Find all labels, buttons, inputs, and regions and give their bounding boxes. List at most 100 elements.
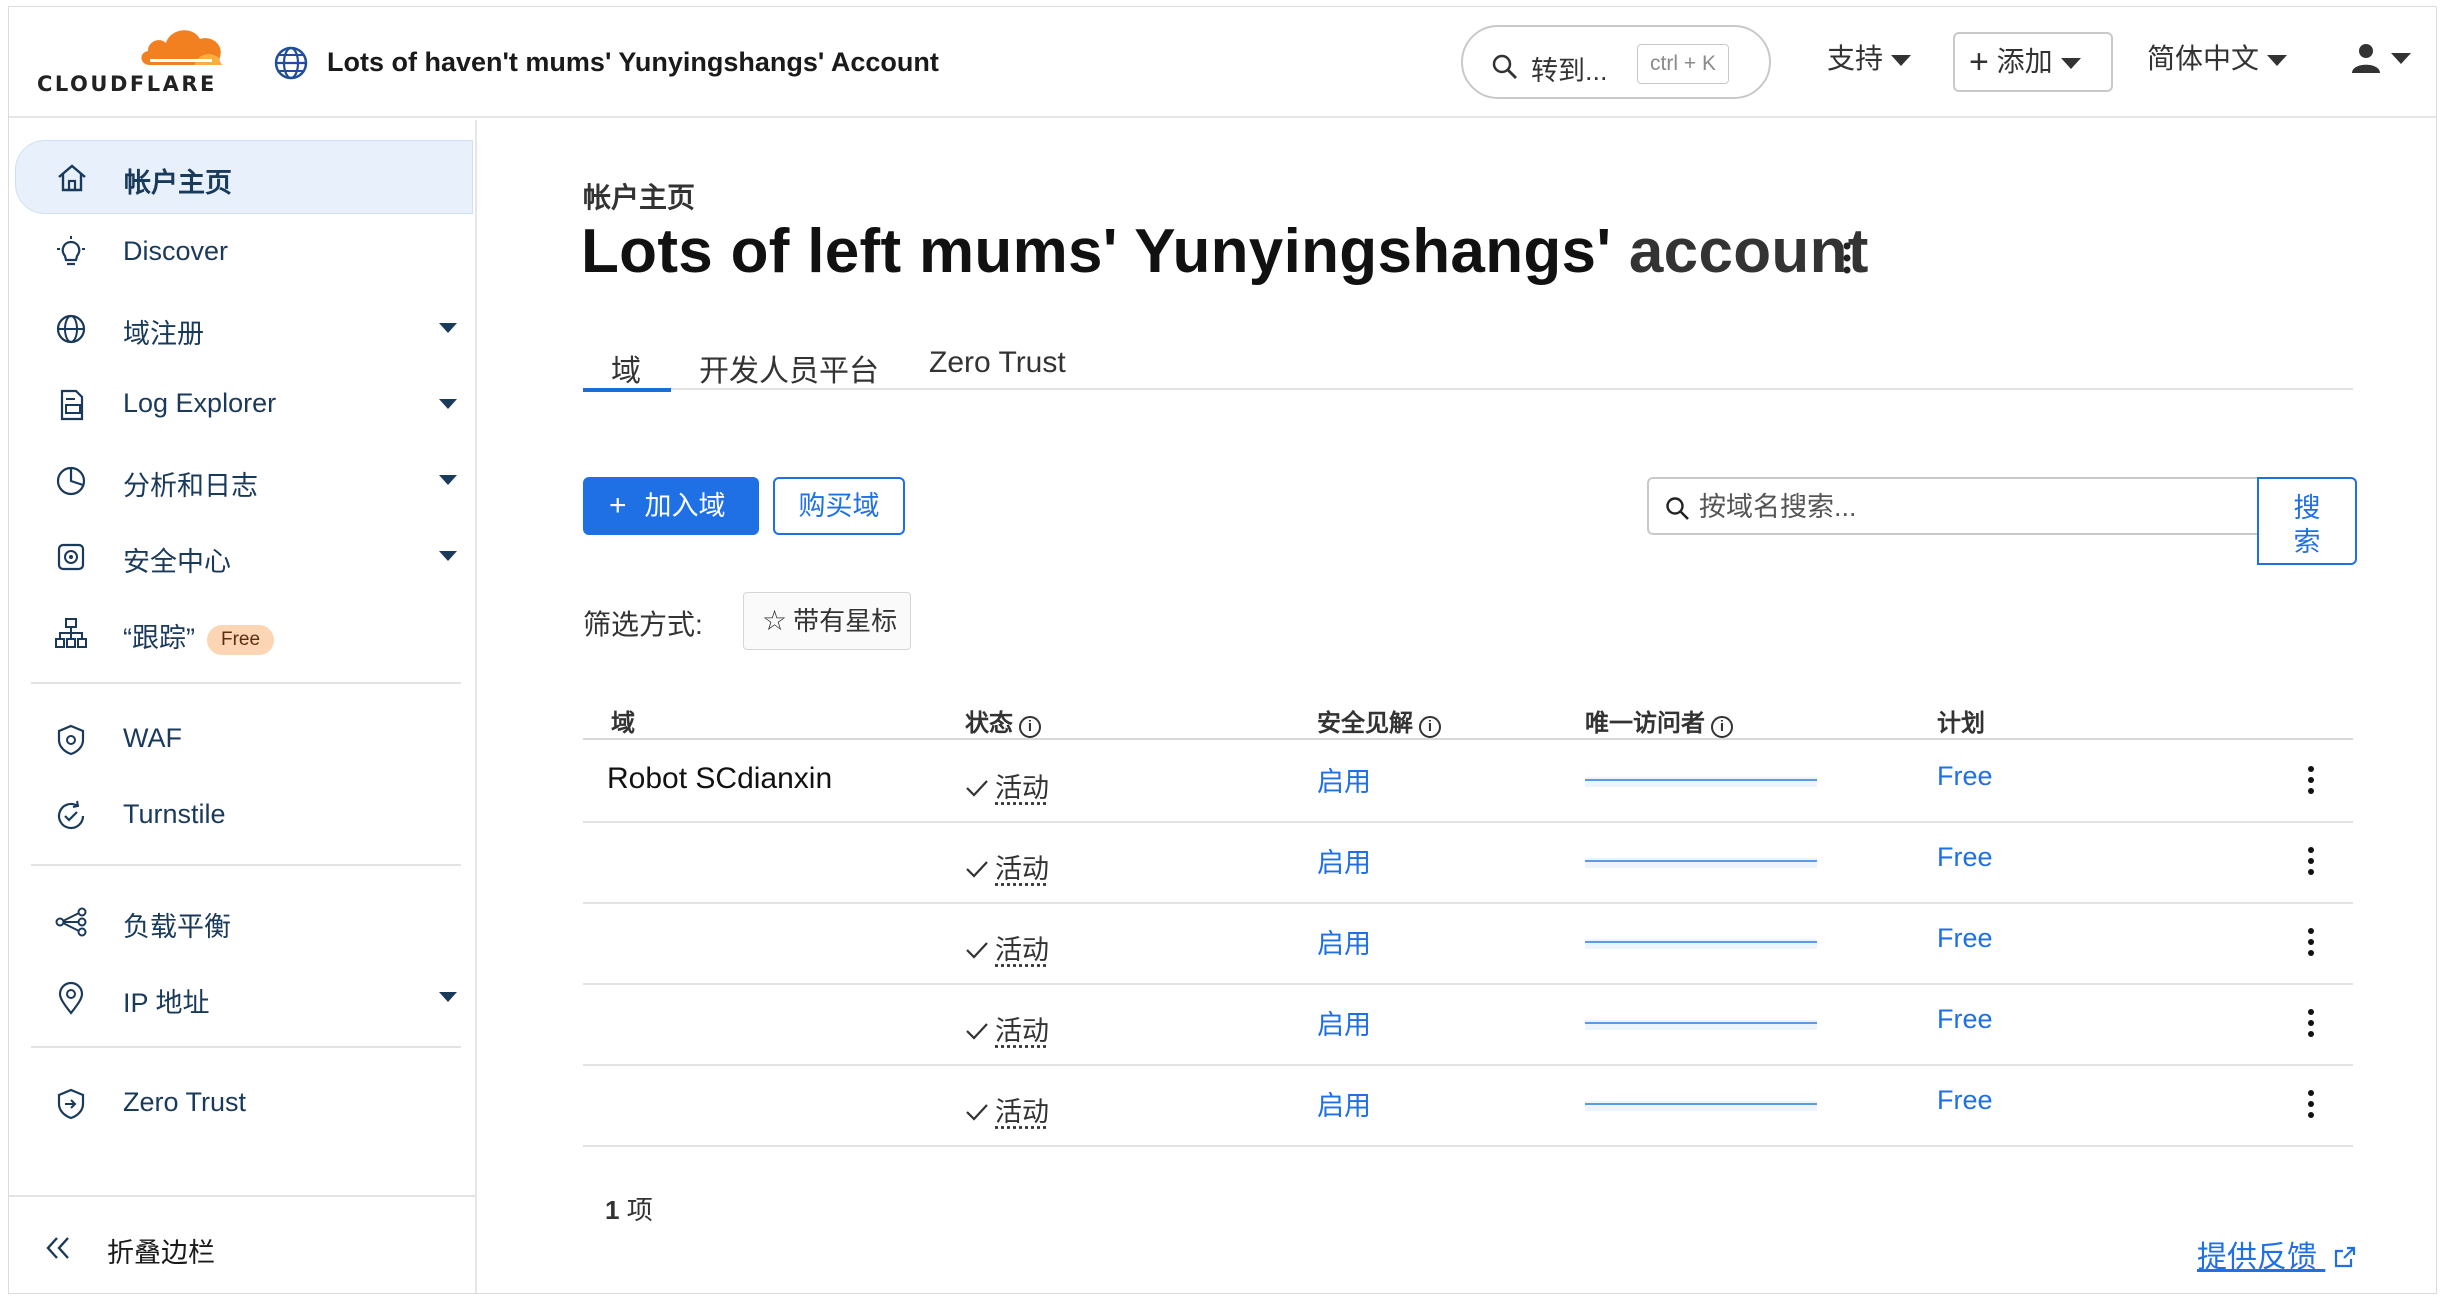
account-more-icon[interactable] (1839, 240, 1855, 276)
support-menu[interactable]: 支持 (1827, 37, 1912, 77)
security-insights-link[interactable]: 启用 (1317, 841, 1371, 880)
external-link-icon (2335, 1246, 2356, 1268)
sidebar-item-ip-addresses[interactable]: IP 地址 (15, 961, 473, 1035)
zero-trust-icon (57, 1088, 85, 1120)
tab-zero-trust[interactable]: Zero Trust (929, 346, 1066, 380)
chevron-down-icon (2267, 55, 2288, 67)
row-more-icon[interactable] (2305, 1007, 2317, 1039)
cloudflare-logo[interactable]: CLOUDFLARE (37, 25, 237, 105)
info-icon[interactable]: i (1019, 716, 1041, 738)
sidebar-item-discover[interactable]: Discover (15, 216, 473, 290)
log-file-icon (60, 389, 84, 421)
status-text[interactable]: 活动 (995, 854, 1049, 884)
domain-search-input[interactable] (1699, 487, 2239, 527)
row-more-icon[interactable] (2305, 926, 2317, 958)
sidebar-item-security-center[interactable]: 安全中心 (15, 520, 473, 594)
tab-domains[interactable]: 域 (611, 346, 641, 390)
plan-link[interactable]: Free (1937, 923, 1993, 954)
search-icon (1666, 497, 1689, 520)
add-label: 添加 (1996, 46, 2053, 77)
goto-search[interactable]: 转到... ctrl + K (1461, 25, 1771, 99)
feedback-link[interactable]: 提供反馈 (2197, 1232, 2357, 1276)
account-title[interactable]: Lots of haven't mums' Yunyingshangs' Acc… (327, 47, 939, 78)
row-more-icon[interactable] (2305, 845, 2317, 877)
buy-domain-button[interactable]: 购买域 (773, 477, 905, 535)
row-more-icon[interactable] (2305, 1088, 2317, 1120)
turnstile-icon (57, 800, 85, 830)
sidebar-item-label: 帐户主页 (124, 168, 232, 198)
active-tab-indicator (583, 388, 671, 392)
plan-link[interactable]: Free (1937, 842, 1993, 873)
breadcrumb[interactable]: 帐户主页 (583, 176, 695, 216)
sidebar-item-label: 域注册 (123, 319, 204, 349)
add-domain-button[interactable]: + 加入域 (583, 477, 759, 535)
domain-search-box (1647, 477, 2257, 535)
status-cell: 活动 (965, 928, 1049, 967)
sidebar-item-zero-trust[interactable]: Zero Trust (15, 1067, 473, 1141)
table-row[interactable]: 活动 启用 Free (583, 823, 2353, 904)
sidebar-item-account-home[interactable]: 帐户主页 (15, 140, 473, 214)
sidebar-divider (31, 864, 461, 866)
chevron-down-icon (439, 475, 457, 485)
add-button[interactable]: + 添加 (1953, 32, 2113, 92)
chevron-down-icon (2391, 52, 2411, 64)
status-text[interactable]: 活动 (995, 1016, 1049, 1046)
sidebar-item-domain-registration[interactable]: 域注册 (15, 292, 473, 366)
check-icon (966, 1104, 988, 1121)
sidebar-item-label: WAF (123, 723, 182, 753)
search-button-label: 搜索 (2293, 493, 2321, 557)
status-text[interactable]: 活动 (995, 935, 1049, 965)
sidebar-item-label: IP 地址 (123, 988, 210, 1018)
language-menu[interactable]: 简体中文 (2147, 37, 2288, 77)
chevron-down-icon (439, 551, 457, 561)
collapse-sidebar-button[interactable]: 折叠边栏 (9, 1195, 475, 1293)
cloud-logo-icon (141, 30, 222, 65)
status-text[interactable]: 活动 (995, 1097, 1049, 1127)
column-header-domain[interactable]: 域 (611, 703, 635, 738)
home-icon (58, 164, 86, 192)
info-icon[interactable]: i (1419, 716, 1441, 738)
chevron-down-icon (439, 992, 457, 1002)
sidebar-item-analytics-logs[interactable]: 分析和日志 (15, 444, 473, 518)
info-icon[interactable]: i (1711, 716, 1733, 738)
status-cell: 活动 (965, 1009, 1049, 1048)
goto-label: 转到... (1531, 56, 1608, 86)
security-insights-link[interactable]: 启用 (1317, 760, 1371, 799)
starred-filter-chip[interactable]: ☆ 带有星标 (743, 592, 911, 650)
sidebar-divider (31, 682, 461, 684)
support-label: 支持 (1827, 43, 1884, 74)
sidebar-item-load-balancing[interactable]: 负载平衡 (15, 885, 473, 959)
table-row[interactable]: Robot SCdianxin 活动 启用 Free (583, 742, 2353, 823)
status-text[interactable]: 活动 (995, 773, 1049, 803)
sidebar-item-waf[interactable]: WAF (15, 703, 473, 777)
tab-developer-platform[interactable]: 开发人员平台 (699, 346, 879, 390)
plus-icon: + (609, 489, 627, 522)
result-count: 1 项 (605, 1195, 653, 1225)
sidebar-divider (31, 1046, 461, 1048)
location-pin-icon (58, 981, 84, 1015)
domain-name[interactable]: Robot SCdianxin (607, 762, 832, 796)
sidebar-item-label: 安全中心 (123, 547, 231, 577)
security-insights-link[interactable]: 启用 (1317, 1084, 1371, 1123)
table-row[interactable]: 活动 启用 Free (583, 985, 2353, 1066)
security-insights-link[interactable]: 启用 (1317, 1003, 1371, 1042)
row-more-icon[interactable] (2305, 764, 2317, 796)
plan-link[interactable]: Free (1937, 1085, 1993, 1116)
sidebar-item-trace[interactable]: “跟踪” Free (15, 596, 473, 670)
security-insights-link[interactable]: 启用 (1317, 922, 1371, 961)
language-label: 简体中文 (2147, 43, 2260, 74)
table-row[interactable]: 活动 启用 Free (583, 904, 2353, 985)
user-menu[interactable] (2349, 41, 2411, 75)
sidebar-item-label: Discover (123, 236, 229, 266)
table-header: 域 状态 i 安全见解 i 唯一访问者 i 计划 (583, 690, 2353, 740)
column-header-visitors: 唯一访问者 i (1585, 703, 1733, 738)
table-row[interactable]: 活动 启用 Free (583, 1066, 2353, 1147)
sidebar-item-label: “跟踪” Free (123, 616, 275, 655)
search-button[interactable]: 搜索 (2257, 477, 2357, 565)
plan-link[interactable]: Free (1937, 761, 1993, 792)
sidebar-item-log-explorer[interactable]: Log Explorer (15, 368, 473, 442)
sidebar-item-label: Turnstile (123, 799, 226, 829)
plan-link[interactable]: Free (1937, 1004, 1993, 1035)
sidebar-item-turnstile[interactable]: Turnstile (15, 779, 473, 853)
load-balance-icon (55, 907, 87, 937)
